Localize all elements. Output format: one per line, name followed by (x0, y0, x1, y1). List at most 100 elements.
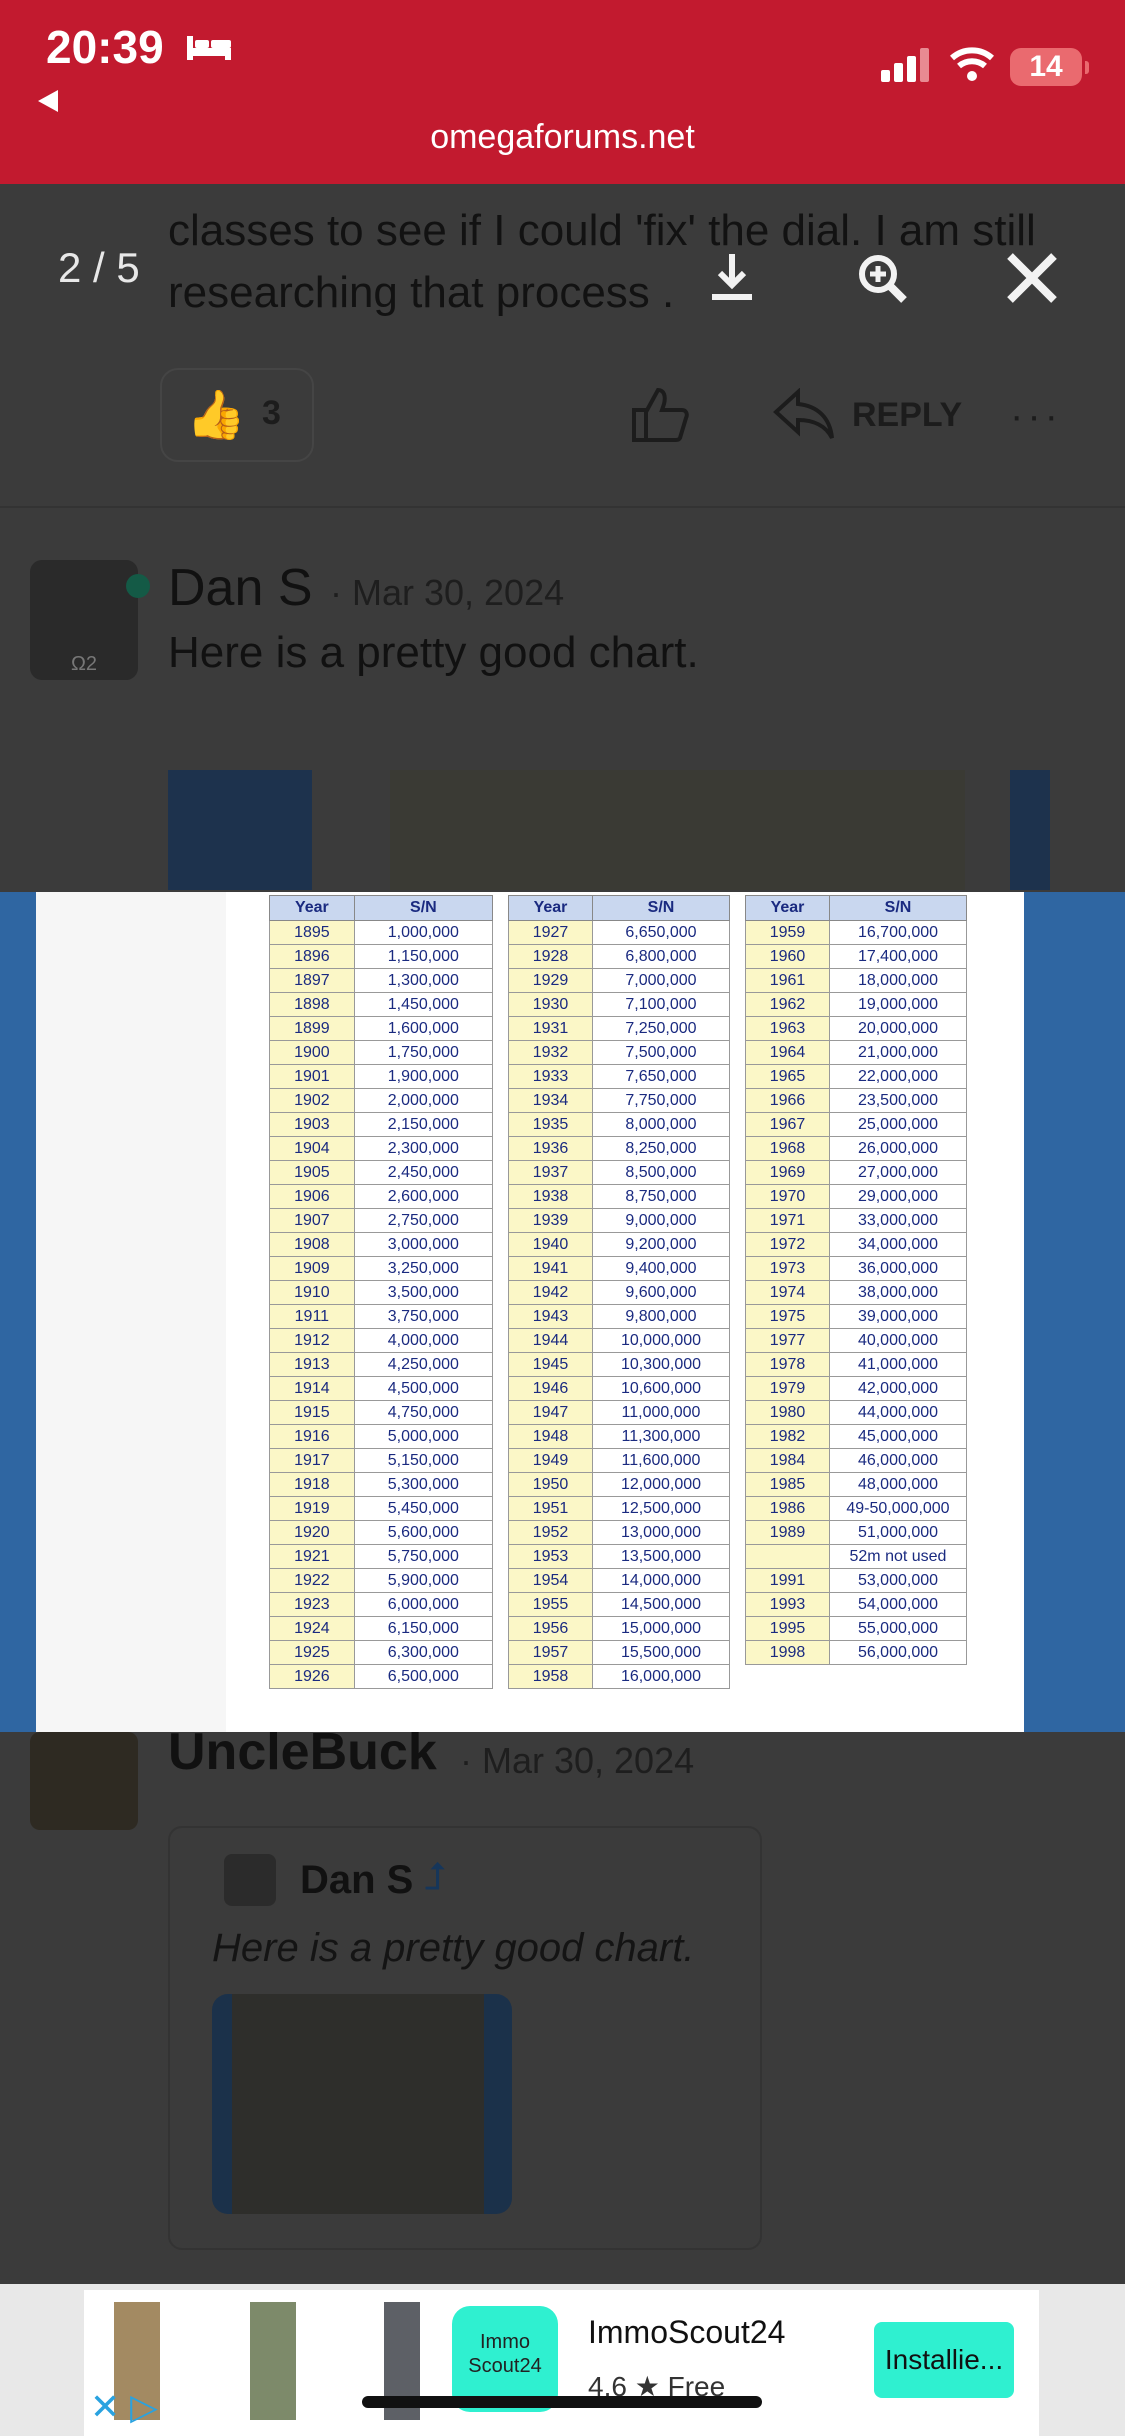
serial-cell: 5,000,000 (353, 1424, 494, 1449)
year-cell: 1978 (745, 1352, 830, 1377)
table-row: 1907 2,750,000 (269, 1208, 494, 1233)
reply-arrow-icon[interactable] (772, 388, 836, 442)
ad-title[interactable]: ImmoScout24 (588, 2314, 785, 2351)
serial-cell: 16,700,000 (828, 920, 968, 945)
year-cell: 1968 (745, 1136, 830, 1161)
back-icon[interactable] (38, 90, 58, 112)
year-cell: 1902 (269, 1088, 355, 1113)
table-row: 1909 3,250,000 (269, 1256, 494, 1281)
table-row: 1942 9,600,000 (508, 1280, 731, 1305)
image-margin (36, 892, 226, 1732)
quote-image-content (232, 1994, 484, 2214)
username[interactable]: Dan S (168, 558, 313, 618)
serial-cell: 6,000,000 (353, 1592, 494, 1617)
table-row: 1920 5,600,000 (269, 1520, 494, 1545)
table-row: 1966 23,500,000 (745, 1088, 968, 1113)
year-cell: 1989 (745, 1520, 830, 1545)
avatar[interactable]: Ω2 (30, 560, 138, 680)
table-row: 1950 12,000,000 (508, 1472, 731, 1497)
serial-cell: 25,000,000 (828, 1112, 968, 1137)
serial-cell: 16,000,000 (591, 1664, 731, 1689)
serial-cell: 36,000,000 (828, 1256, 968, 1281)
zoom-in-icon[interactable] (852, 248, 912, 308)
table-row: 1902 2,000,000 (269, 1088, 494, 1113)
table-row: 1979 42,000,000 (745, 1376, 968, 1401)
download-icon[interactable] (702, 248, 762, 308)
serial-cell: 4,500,000 (353, 1376, 494, 1401)
serial-cell: 12,000,000 (591, 1472, 731, 1497)
year-cell: 1916 (269, 1424, 355, 1449)
table-row: 1998 56,000,000 (745, 1640, 968, 1665)
jump-to-quote-icon[interactable]: ⮥ (424, 1856, 446, 1899)
avatar[interactable] (30, 1732, 138, 1830)
image-thumbnail (390, 770, 965, 890)
serial-cell: 2,150,000 (353, 1112, 494, 1137)
year-cell: 1954 (508, 1568, 593, 1593)
serial-cell: 8,500,000 (591, 1160, 731, 1185)
serial-cell: 7,750,000 (591, 1088, 731, 1113)
table-row: 1936 8,250,000 (508, 1136, 731, 1161)
home-indicator[interactable] (362, 2396, 762, 2408)
serial-table-1: Year S/N 1895 1,000,000 1896 1,150,000 1897 1,3… (269, 895, 494, 1689)
year-cell: 1934 (508, 1088, 593, 1113)
close-icon[interactable] (1002, 248, 1062, 308)
year-cell: 1958 (508, 1664, 593, 1689)
serial-table-3: Year S/N 1959 16,700,000 1960 17,400,000 1961 1… (745, 895, 968, 1665)
ad-photo[interactable] (250, 2302, 296, 2420)
quote-username[interactable]: Dan S (300, 1858, 413, 1903)
serial-cell: 22,000,000 (828, 1064, 968, 1089)
serial-cell: 1,750,000 (353, 1040, 494, 1065)
year-cell: 1905 (269, 1160, 355, 1185)
table-row: 1916 5,000,000 (269, 1424, 494, 1449)
year-cell: 1971 (745, 1208, 830, 1233)
post-body: Here is a pretty good chart. (168, 628, 699, 677)
serial-cell: 11,600,000 (591, 1448, 731, 1473)
table-row: 1929 7,000,000 (508, 968, 731, 993)
serial-cell: 7,100,000 (591, 992, 731, 1017)
serial-cell: 5,300,000 (353, 1472, 494, 1497)
table-row: 1925 6,300,000 (269, 1640, 494, 1665)
serial-cell: 3,750,000 (353, 1304, 494, 1329)
year-cell: 1957 (508, 1640, 593, 1665)
reply-button[interactable]: REPLY (852, 396, 962, 435)
table-row: 1905 2,450,000 (269, 1160, 494, 1185)
more-options-button[interactable]: ··· (1010, 394, 1062, 439)
table-row: 1962 19,000,000 (745, 992, 968, 1017)
year-cell: 1939 (508, 1208, 593, 1233)
table-row: 1984 46,000,000 (745, 1448, 968, 1473)
serial-cell: 34,000,000 (828, 1232, 968, 1257)
serial-cell: 9,600,000 (591, 1280, 731, 1305)
serial-cell: 33,000,000 (828, 1208, 968, 1233)
table-row: 1967 25,000,000 (745, 1112, 968, 1137)
table-row: 1957 15,500,000 (508, 1640, 731, 1665)
serial-cell: 23,500,000 (828, 1088, 968, 1113)
table-row: 1961 18,000,000 (745, 968, 968, 993)
serial-cell: 20,000,000 (828, 1016, 968, 1041)
year-cell: 1933 (508, 1064, 593, 1089)
ad-close-icon[interactable]: ✕ ▷ (90, 2386, 158, 2428)
table-row: 1995 55,000,000 (745, 1616, 968, 1641)
ad-install-button[interactable]: Installie... (874, 2322, 1014, 2398)
lightbox-image[interactable]: Year S/N 1895 1,000,000 1896 1,150,000 1897 1,3… (0, 892, 1125, 1732)
year-cell: 1946 (508, 1376, 593, 1401)
serial-cell: 27,000,000 (828, 1160, 968, 1185)
serial-cell: 3,000,000 (353, 1232, 494, 1257)
serial-header: S/N (353, 895, 494, 921)
serial-cell: 3,500,000 (353, 1280, 494, 1305)
table-row: 1898 1,450,000 (269, 992, 494, 1017)
year-cell: 1917 (269, 1448, 355, 1473)
table-row: 1960 17,400,000 (745, 944, 968, 969)
year-cell: 1991 (745, 1568, 830, 1593)
year-cell: 1941 (508, 1256, 593, 1281)
year-cell: 1945 (508, 1352, 593, 1377)
url-label[interactable]: omegaforums.net (0, 118, 1125, 157)
serial-cell: 9,200,000 (591, 1232, 731, 1257)
year-cell: 1967 (745, 1112, 830, 1137)
serial-cell: 5,900,000 (353, 1568, 494, 1593)
serial-cell: 54,000,000 (828, 1592, 968, 1617)
quote-avatar (224, 1854, 276, 1906)
serial-cell: 10,600,000 (591, 1376, 731, 1401)
like-icon[interactable] (628, 384, 690, 446)
serial-cell: 9,800,000 (591, 1304, 731, 1329)
table-row: 1975 39,000,000 (745, 1304, 968, 1329)
